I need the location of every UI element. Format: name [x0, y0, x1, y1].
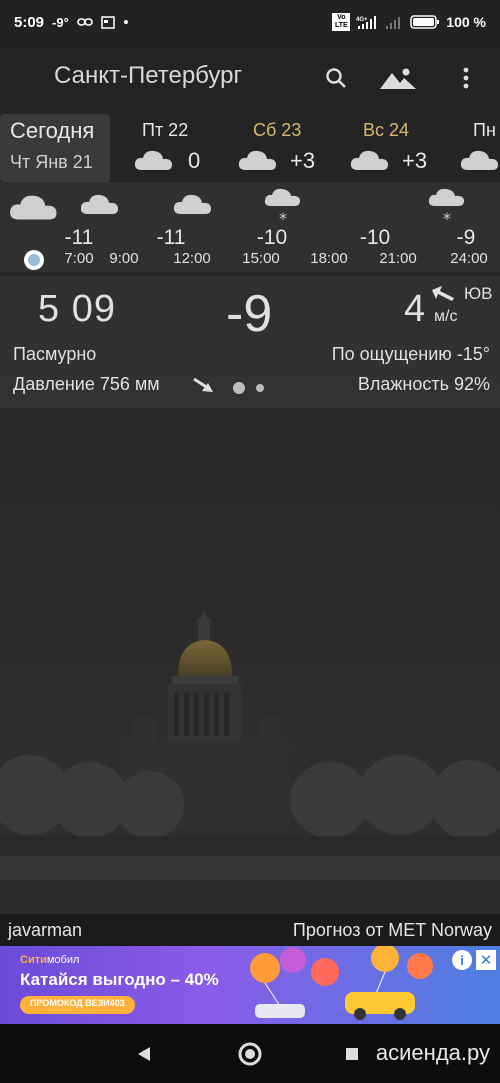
condition-text: Пасмурно: [13, 344, 97, 364]
cloud-icon: [10, 195, 57, 220]
ad-brand: Ситимобил: [20, 954, 79, 966]
back-icon[interactable]: [130, 1040, 158, 1068]
status-time: 5:09: [14, 13, 45, 31]
battery-level: 100 %: [446, 14, 486, 30]
hour-temp: -11: [156, 226, 186, 249]
hour-time: 15:00: [242, 250, 280, 267]
app-bar: Санкт-Петербург: [0, 44, 500, 110]
ad-brand-part-a: Сити: [20, 954, 47, 966]
status-temp: -9°: [52, 14, 69, 30]
author-link[interactable]: javarman: [8, 920, 82, 941]
ad-close-icon[interactable]: ✕: [476, 950, 496, 970]
wind-speed: 4: [404, 288, 426, 330]
hour-time: 7:00: [64, 250, 94, 267]
ad-illustration: [250, 946, 433, 1020]
cloud-icon: [80, 194, 118, 214]
ad-brand-part-b: мобил: [46, 954, 80, 966]
day-item[interactable]: Вс 24 +3: [350, 114, 460, 182]
pressure-text: Давление 756 мм: [13, 374, 160, 394]
hour-temp: -10: [359, 226, 391, 249]
signal-2-icon: [384, 15, 404, 29]
day-name: Вс 24: [363, 120, 410, 140]
day-name: Сб 23: [253, 120, 302, 140]
ad-title: Катайся выгодно – 40%: [20, 970, 219, 989]
recents-icon[interactable]: [338, 1040, 366, 1068]
days-strip: Сегодня Чт Янв 21 Пт 22 0 Сб 23 +3 Вс 24…: [0, 114, 500, 182]
wind-unit: м/с: [434, 308, 458, 325]
battery-icon: [410, 15, 440, 29]
forecast-source-link[interactable]: Прогноз от MET Norway: [293, 920, 492, 941]
footer: javarman Прогноз от MET Norway: [0, 914, 500, 946]
hourly-forecast[interactable]: * * -11 -11 -10 -10 -9 7:00 9:00 12:00 1…: [0, 182, 500, 272]
ad-info-icon[interactable]: i: [452, 950, 472, 970]
day-name: Пт 22: [142, 120, 189, 140]
cloud-snow-icon: *: [264, 188, 300, 226]
hour-time: 9:00: [109, 250, 139, 267]
hour-time: 18:00: [310, 250, 348, 267]
signal-icon: 4G+: [356, 15, 378, 29]
svg-text:*: *: [279, 209, 287, 226]
landscape-icon[interactable]: [380, 60, 416, 96]
hour-temp: -10: [256, 226, 288, 249]
day-item[interactable]: Пт 22 0: [130, 114, 240, 182]
day-item[interactable]: Пн: [460, 114, 500, 182]
dot-icon: [123, 19, 129, 25]
page-indicator-active: [233, 382, 245, 394]
calendar-icon: [101, 15, 115, 29]
hour-time: 21:00: [379, 250, 417, 267]
feels-like: По ощущению -15°: [331, 344, 490, 364]
cloud-icon: [350, 150, 388, 170]
home-icon[interactable]: [236, 1040, 264, 1068]
pressure-trend-icon: [193, 377, 213, 392]
humidity-text: Влажность 92%: [357, 374, 490, 394]
cloud-snow-icon: *: [428, 188, 464, 226]
city-title[interactable]: Санкт-Петербург: [54, 62, 242, 90]
day-item[interactable]: Сб 23 +3: [238, 114, 348, 182]
cloud-icon: [238, 150, 276, 170]
cloud-icon: [460, 150, 498, 170]
day-today[interactable]: Сегодня Чт Янв 21: [0, 114, 110, 182]
current-conditions[interactable]: 5 09 -9 4 ЮВ м/с Пасмурно По ощущению -1…: [0, 276, 500, 408]
today-date: Чт Янв 21: [10, 152, 93, 172]
more-vert-icon[interactable]: [448, 60, 484, 96]
status-bar: 5:09 -9° Vo LTE 4G+ 100 %: [0, 0, 500, 44]
now-indicator-icon: [24, 250, 44, 270]
today-title: Сегодня: [10, 118, 95, 143]
current-time: 5 09: [38, 288, 116, 330]
hour-time: 12:00: [173, 250, 211, 267]
day-temp: +3: [290, 148, 316, 173]
cloud-icon: [173, 194, 211, 214]
ad-promo-code: ПРОМОКОД ВЕЗИ403: [20, 996, 135, 1014]
watermark: асиенда.ру: [375, 1040, 490, 1065]
current-temp: -9: [226, 285, 273, 343]
cloud-icon: [134, 150, 172, 170]
day-temp: +3: [402, 148, 428, 173]
volte-icon: Vo LTE: [332, 13, 351, 31]
day-temp: 0: [188, 148, 201, 173]
hour-temp: -11: [64, 226, 94, 249]
hour-temp: -9: [456, 226, 476, 249]
background-photo: [0, 610, 500, 920]
system-nav-bar: асиенда.ру: [0, 1024, 500, 1083]
ad-banner[interactable]: Ситимобил Катайся выгодно – 40% ПРОМОКОД…: [0, 946, 500, 1024]
search-icon[interactable]: [318, 60, 354, 96]
day-name: Пн: [473, 120, 496, 140]
svg-text:*: *: [443, 209, 451, 226]
wind-direction: ЮВ: [464, 284, 493, 303]
page-indicator: [256, 384, 264, 392]
wind-direction-icon: [432, 286, 454, 301]
link-icon: [76, 17, 93, 27]
hour-time: 24:00: [450, 250, 488, 267]
